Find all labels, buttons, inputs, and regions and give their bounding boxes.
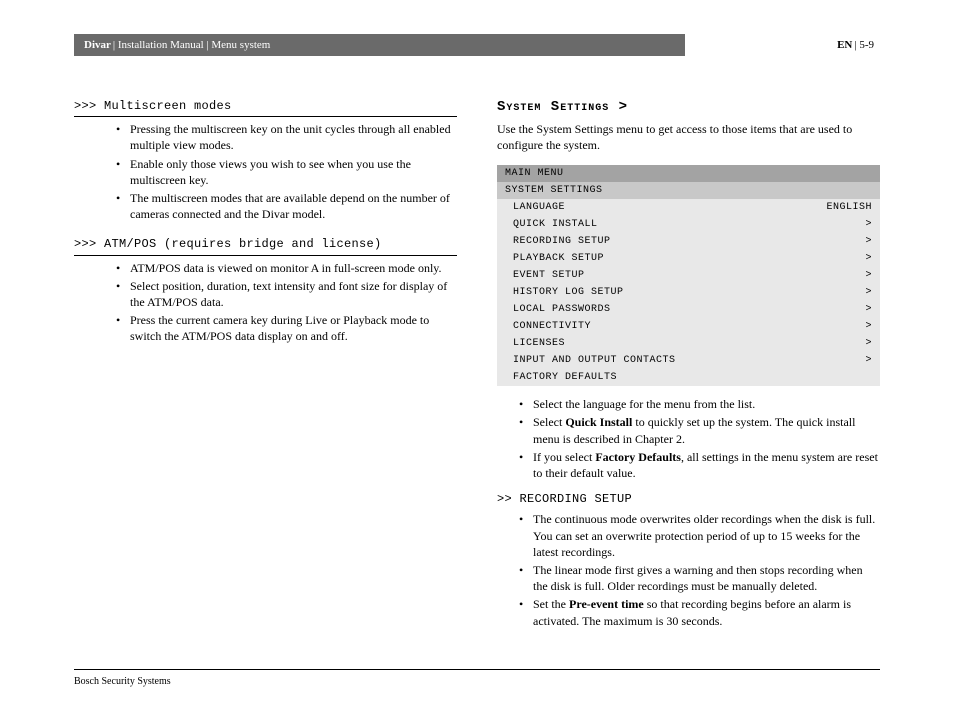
breadcrumb: Divar | Installation Manual | Menu syste… (74, 34, 685, 56)
menu-item-recording-setup: RECORDING SETUP> (497, 233, 880, 250)
list-item: Select the language for the menu from th… (519, 396, 880, 412)
lang-code: EN (837, 39, 852, 51)
page-number: | 5-9 (854, 39, 874, 51)
list-item: If you select Factory Defaults, all sett… (519, 449, 880, 481)
menu-item-licenses: LICENSES> (497, 335, 880, 352)
menu-item-language: LANGUAGE ENGLISH (497, 199, 880, 216)
menu-label: LANGUAGE (513, 201, 656, 215)
chevron-right-icon: > (865, 235, 872, 249)
brand: Divar (84, 39, 111, 51)
list-item: The linear mode first gives a warning an… (519, 562, 880, 594)
atmpos-bullets: ATM/POS data is viewed on monitor A in f… (74, 260, 457, 345)
right-column: System Settings > Use the System Setting… (497, 98, 880, 655)
menu-item-factory-defaults: FACTORY DEFAULTS (497, 369, 880, 386)
menu-value: ENGLISH (826, 201, 872, 215)
menu-item-event-setup: EVENT SETUP> (497, 267, 880, 284)
menu-item-local-passwords: LOCAL PASSWORDS> (497, 301, 880, 318)
chevron-right-icon: > (865, 337, 872, 351)
menu-item-io-contacts: INPUT AND OUTPUT CONTACTS> (497, 352, 880, 369)
chevron-right-icon: > (865, 218, 872, 232)
breadcrumb-text: | Installation Manual | Menu system (113, 39, 270, 51)
menu-item-history-log: HISTORY LOG SETUP> (497, 284, 880, 301)
list-item: Press the current camera key during Live… (116, 312, 457, 344)
menu-item-quick-install: QUICK INSTALL> (497, 216, 880, 233)
subsection-recording-setup: >> RECORDING SETUP (497, 491, 880, 507)
page-header: Divar | Installation Manual | Menu syste… (74, 34, 880, 56)
subsection-multiscreen: >>> Multiscreen modes (74, 98, 457, 117)
list-item: The continuous mode overwrites older rec… (519, 511, 880, 560)
chevron-right-icon: > (865, 269, 872, 283)
section-intro: Use the System Settings menu to get acce… (497, 121, 880, 153)
subsection-atmpos: >>> ATM/POS (requires bridge and license… (74, 236, 457, 255)
menu-table: MAIN MENU SYSTEM SETTINGS LANGUAGE ENGLI… (497, 165, 880, 386)
page-footer: Bosch Security Systems (74, 669, 880, 687)
settings-notes: Select the language for the menu from th… (497, 396, 880, 481)
chevron-right-icon: > (865, 303, 872, 317)
list-item: Select Quick Install to quickly set up t… (519, 414, 880, 446)
multiscreen-bullets: Pressing the multiscreen key on the unit… (74, 121, 457, 222)
left-column: >>> Multiscreen modes Pressing the multi… (74, 98, 457, 655)
list-item: Enable only those views you wish to see … (116, 156, 457, 188)
chevron-right-icon: > (865, 252, 872, 266)
chevron-right-icon: > (865, 286, 872, 300)
list-item: Pressing the multiscreen key on the unit… (116, 121, 457, 153)
menu-main: MAIN MENU (497, 165, 880, 182)
chevron-right-icon: > (865, 354, 872, 368)
chevron-right-icon: > (865, 320, 872, 334)
section-title-system-settings: System Settings > (497, 98, 880, 117)
list-item: The multiscreen modes that are available… (116, 190, 457, 222)
list-item: ATM/POS data is viewed on monitor A in f… (116, 260, 457, 276)
list-item: Set the Pre-event time so that recording… (519, 596, 880, 628)
list-item: Select position, duration, text intensit… (116, 278, 457, 310)
menu-item-playback-setup: PLAYBACK SETUP> (497, 250, 880, 267)
page-content: >>> Multiscreen modes Pressing the multi… (74, 98, 880, 655)
menu-item-connectivity: CONNECTIVITY> (497, 318, 880, 335)
page-indicator: EN | 5-9 (685, 34, 880, 56)
recording-bullets: The continuous mode overwrites older rec… (497, 511, 880, 628)
menu-sub: SYSTEM SETTINGS (497, 182, 880, 199)
